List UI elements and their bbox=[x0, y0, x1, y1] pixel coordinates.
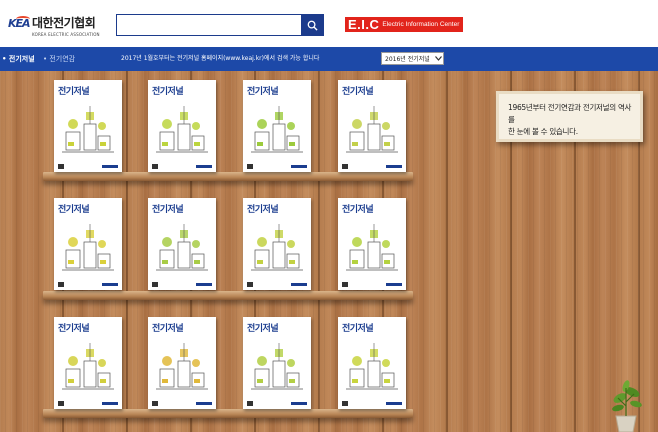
cover-footer bbox=[247, 164, 307, 169]
cover-illustration-icon bbox=[156, 343, 208, 390]
magazine-cover[interactable]: 전기저널 bbox=[148, 317, 216, 409]
cover-footer bbox=[152, 282, 212, 287]
search-box bbox=[116, 14, 324, 36]
chevron-down-icon bbox=[433, 53, 443, 64]
year-select[interactable]: 2016년 전기저널 bbox=[381, 52, 444, 65]
eic-logo-mark: E.I.C bbox=[348, 17, 380, 32]
magazine-cover[interactable]: 전기저널 bbox=[54, 198, 122, 290]
search-input[interactable] bbox=[117, 15, 301, 35]
header: KEA 대한전기협회 KOREA ELECTRIC ASSOCIATION E.… bbox=[0, 0, 658, 47]
magazine-title: 전기저널 bbox=[58, 87, 90, 97]
magazine-title: 전기저널 bbox=[58, 324, 90, 334]
cover-logo-mark bbox=[58, 164, 64, 169]
cover-publisher-mark bbox=[102, 165, 118, 168]
cover-publisher-mark bbox=[196, 283, 212, 286]
magazine-cover[interactable]: 전기저널 bbox=[54, 317, 122, 409]
cover-publisher-mark bbox=[196, 165, 212, 168]
cover-illustration-icon bbox=[156, 106, 208, 153]
nav-item-yearbook[interactable]: • 전기연감 bbox=[43, 53, 75, 65]
potted-plant-icon bbox=[612, 380, 642, 432]
cover-logo-mark bbox=[152, 282, 158, 287]
cover-footer bbox=[342, 282, 402, 287]
magazine-title: 전기저널 bbox=[247, 87, 279, 97]
cover-footer bbox=[342, 401, 402, 406]
cover-publisher-mark bbox=[291, 165, 307, 168]
history-note-line: 1965년부터 전기연감과 전기저널의 역사를 bbox=[508, 103, 632, 124]
cover-footer bbox=[247, 282, 307, 287]
magazine-title: 전기저널 bbox=[152, 324, 184, 334]
cover-footer bbox=[58, 282, 118, 287]
cover-logo-mark bbox=[152, 401, 158, 406]
magazine-cover[interactable]: 전기저널 bbox=[148, 80, 216, 172]
shelf-board bbox=[43, 291, 413, 300]
magazine-title: 전기저널 bbox=[342, 87, 374, 97]
cover-logo-mark bbox=[247, 164, 253, 169]
cover-illustration-icon bbox=[251, 106, 303, 153]
logo-english-name: KOREA ELECTRIC ASSOCIATION bbox=[32, 31, 100, 37]
history-note-line: 한 눈에 볼 수 있습니다. bbox=[508, 127, 578, 136]
cover-logo-mark bbox=[342, 282, 348, 287]
magazine-title: 전기저널 bbox=[58, 205, 90, 215]
cover-publisher-mark bbox=[102, 402, 118, 405]
eic-logo[interactable]: E.I.C Electric Information Center bbox=[345, 17, 464, 32]
magazine-title: 전기저널 bbox=[247, 324, 279, 334]
magazine-cover[interactable]: 전기저널 bbox=[54, 80, 122, 172]
cover-illustration-icon bbox=[62, 106, 114, 153]
magazine-title: 전기저널 bbox=[152, 87, 184, 97]
cover-publisher-mark bbox=[102, 283, 118, 286]
kea-logo[interactable]: KEA 대한전기협회 KOREA ELECTRIC ASSOCIATION bbox=[8, 14, 100, 37]
cover-footer bbox=[58, 401, 118, 406]
magazine-cover[interactable]: 전기저널 bbox=[243, 198, 311, 290]
cover-publisher-mark bbox=[386, 402, 402, 405]
magazine-title: 전기저널 bbox=[247, 205, 279, 215]
search-icon bbox=[307, 20, 318, 31]
cover-publisher-mark bbox=[196, 402, 212, 405]
search-button[interactable] bbox=[301, 15, 323, 35]
nav-bar: • 전기저널 • 전기연감 2017년 1월호부터는 전기저널 홈페이지(www… bbox=[0, 47, 658, 71]
logo-korean-name: 대한전기협회 bbox=[32, 15, 96, 30]
magazine-cover[interactable]: 전기저널 bbox=[148, 198, 216, 290]
magazine-cover[interactable]: 전기저널 bbox=[338, 198, 406, 290]
cover-illustration-icon bbox=[346, 106, 398, 153]
cover-footer bbox=[152, 401, 212, 406]
kea-logo-mark: KEA bbox=[8, 16, 31, 34]
cover-publisher-mark bbox=[291, 402, 307, 405]
cover-footer bbox=[342, 164, 402, 169]
search-notice: 2017년 1월호부터는 전기저널 홈페이지(www.keaj.kr)에서 검색… bbox=[121, 55, 320, 62]
cover-footer bbox=[247, 401, 307, 406]
cover-illustration-icon bbox=[251, 343, 303, 390]
cover-publisher-mark bbox=[386, 283, 402, 286]
cover-logo-mark bbox=[58, 282, 64, 287]
logo-swoosh-icon bbox=[16, 16, 30, 22]
magazine-cover[interactable]: 전기저널 bbox=[338, 80, 406, 172]
magazine-title: 전기저널 bbox=[342, 205, 374, 215]
nav-item-journal[interactable]: • 전기저널 bbox=[2, 53, 35, 65]
eic-logo-subtitle: Electric Information Center bbox=[382, 21, 460, 28]
year-select-value: 2016년 전기저널 bbox=[385, 56, 430, 63]
cover-logo-mark bbox=[247, 401, 253, 406]
cover-logo-mark bbox=[247, 282, 253, 287]
cover-illustration-icon bbox=[346, 343, 398, 390]
shelf-board bbox=[43, 172, 413, 181]
cover-illustration-icon bbox=[251, 224, 303, 271]
cover-footer bbox=[58, 164, 118, 169]
magazine-cover[interactable]: 전기저널 bbox=[243, 317, 311, 409]
cover-illustration-icon bbox=[346, 224, 398, 271]
magazine-cover[interactable]: 전기저널 bbox=[243, 80, 311, 172]
history-note: 1965년부터 전기연감과 전기저널의 역사를 한 눈에 볼 수 있습니다. bbox=[496, 91, 643, 142]
cover-publisher-mark bbox=[291, 283, 307, 286]
cover-illustration-icon bbox=[62, 224, 114, 271]
magazine-cover[interactable]: 전기저널 bbox=[338, 317, 406, 409]
cover-logo-mark bbox=[342, 401, 348, 406]
cover-illustration-icon bbox=[62, 343, 114, 390]
cover-footer bbox=[152, 164, 212, 169]
magazine-title: 전기저널 bbox=[152, 205, 184, 215]
cover-logo-mark bbox=[58, 401, 64, 406]
cover-publisher-mark bbox=[386, 165, 402, 168]
cover-illustration-icon bbox=[156, 224, 208, 271]
cover-logo-mark bbox=[152, 164, 158, 169]
shelf-board bbox=[43, 409, 413, 418]
magazine-title: 전기저널 bbox=[342, 324, 374, 334]
cover-logo-mark bbox=[342, 164, 348, 169]
